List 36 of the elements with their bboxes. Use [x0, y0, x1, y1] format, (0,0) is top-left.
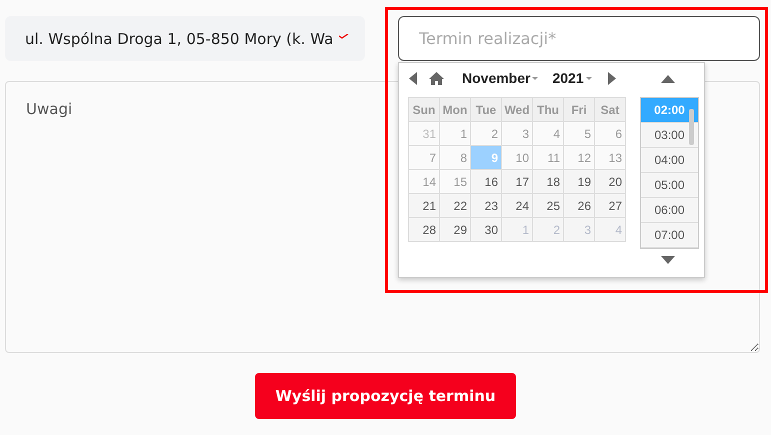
calendar-day[interactable]: 17	[502, 170, 532, 194]
calendar-day[interactable]: 22	[440, 194, 470, 218]
weekday-header: Sun	[408, 98, 440, 122]
spellcheck-mark-icon	[339, 34, 349, 39]
time-option[interactable]: 04:00	[641, 148, 698, 173]
date-field[interactable]: Termin realizacji*	[398, 16, 760, 61]
calendar-day[interactable]: 30	[470, 218, 502, 242]
calendar-day[interactable]: 21	[408, 194, 440, 218]
time-option[interactable]: 06:00	[641, 198, 698, 223]
calendar-day[interactable]: 25	[532, 194, 564, 218]
scroll-down-icon[interactable]	[661, 256, 675, 264]
submit-button[interactable]: Wyślij propozycję terminu	[255, 373, 516, 419]
home-icon[interactable]	[429, 72, 444, 84]
weekday-header: Wed	[502, 98, 532, 122]
calendar-day[interactable]: 16	[470, 170, 502, 194]
weekday-header: Fri	[564, 98, 594, 122]
calendar-day[interactable]: 29	[440, 218, 470, 242]
weekday-header: Thu	[532, 98, 564, 122]
weekday-header: Sat	[594, 98, 626, 122]
weekday-header: Tue	[470, 98, 502, 122]
scrollbar-thumb[interactable]	[689, 109, 694, 145]
time-option[interactable]: 07:00	[641, 223, 698, 248]
time-option[interactable]: 05:00	[641, 173, 698, 198]
calendar-day[interactable]: 18	[532, 170, 564, 194]
calendar-day[interactable]: 20	[594, 170, 626, 194]
scroll-up-icon[interactable]	[661, 75, 675, 83]
calendar-day[interactable]: 19	[564, 170, 594, 194]
weekday-header: Mon	[440, 98, 470, 122]
calendar-day[interactable]: 28	[408, 218, 440, 242]
calendar-day[interactable]: 26	[564, 194, 594, 218]
calendar-day[interactable]: 24	[502, 194, 532, 218]
next-month-icon[interactable]	[608, 72, 616, 84]
calendar-day[interactable]: 23	[470, 194, 502, 218]
previous-month-icon[interactable]	[409, 72, 417, 84]
address-field[interactable]: ul. Wspólna Droga 1, 05-850 Mory (k. Wa	[5, 16, 365, 61]
calendar-day[interactable]: 27	[594, 194, 626, 218]
